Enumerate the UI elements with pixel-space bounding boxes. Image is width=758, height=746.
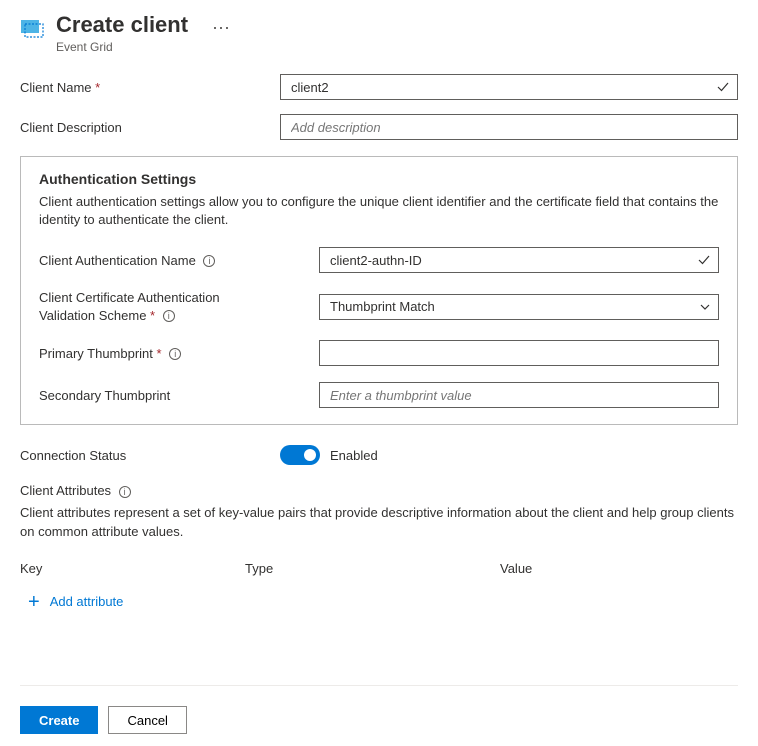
create-button[interactable]: Create (20, 706, 98, 734)
authentication-settings-section: Authentication Settings Client authentic… (20, 156, 738, 425)
auth-settings-title: Authentication Settings (39, 171, 719, 187)
client-auth-name-label: Client Authentication Name i (39, 253, 319, 268)
column-key: Key (20, 561, 245, 576)
secondary-thumbprint-input[interactable] (319, 382, 719, 408)
page-title: Create client (56, 12, 692, 38)
more-icon[interactable]: ⋯ (204, 18, 238, 39)
client-description-input[interactable] (280, 114, 738, 140)
client-description-label: Client Description (20, 120, 280, 135)
primary-thumbprint-label: Primary Thumbprint * i (39, 346, 319, 361)
auth-settings-description: Client authentication settings allow you… (39, 193, 719, 229)
attributes-table-header: Key Type Value (20, 561, 738, 576)
connection-status-state: Enabled (330, 448, 378, 463)
column-type: Type (245, 561, 500, 576)
column-value: Value (500, 561, 738, 576)
info-icon[interactable]: i (163, 310, 175, 322)
client-name-input[interactable] (280, 74, 738, 100)
secondary-thumbprint-label: Secondary Thumbprint (39, 388, 319, 403)
connection-status-label: Connection Status (20, 448, 280, 463)
info-icon[interactable]: i (169, 348, 181, 360)
primary-thumbprint-input[interactable] (319, 340, 719, 366)
add-attribute-button[interactable]: + Add attribute (20, 590, 738, 614)
info-icon[interactable]: i (203, 255, 215, 267)
client-auth-name-input[interactable] (319, 247, 719, 273)
plus-icon: + (28, 592, 40, 612)
client-attributes-label: Client Attributes i (20, 483, 738, 498)
client-attributes-description: Client attributes represent a set of key… (20, 504, 738, 540)
event-grid-icon (20, 16, 44, 40)
connection-status-toggle[interactable] (280, 445, 320, 465)
client-name-label: Client Name * (20, 80, 280, 95)
validation-scheme-label: Client Certificate AuthenticationValidat… (39, 289, 319, 324)
page-subtitle: Event Grid (56, 40, 692, 54)
validation-scheme-select[interactable] (319, 294, 719, 320)
cancel-button[interactable]: Cancel (108, 706, 186, 734)
info-icon[interactable]: i (119, 486, 131, 498)
